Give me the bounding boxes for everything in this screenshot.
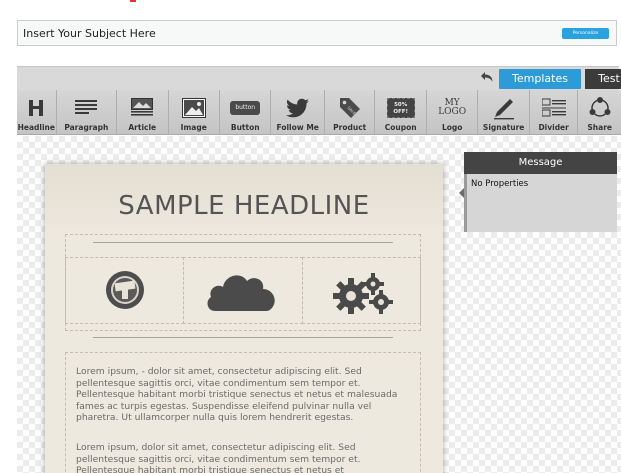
twitter-bird-icon [271,94,323,121]
gears-icon [327,272,397,320]
paragraph-1[interactable]: Lorem ipsum, - dolor sit amet, consectet… [76,366,411,424]
share-icon [578,94,621,121]
email-template: SAMPLE HEADLINE Lorem ipsum, - dolor sit… [45,164,443,473]
paragraph-icon [57,94,116,121]
undo-icon[interactable] [479,71,495,87]
header-block[interactable]: SAMPLE HEADLINE [45,164,443,228]
coupon-icon: 50% OFF! [375,94,425,121]
image-icon [169,94,219,121]
sample-headline[interactable]: SAMPLE HEADLINE [45,191,443,221]
paragraph-2[interactable]: Lorem ipsum, dolor sit amet, consectetur… [76,442,411,473]
tool-coupon[interactable]: 50% OFF! Coupon [375,90,427,135]
pen-icon [478,94,528,121]
templates-button[interactable]: Templates [499,69,581,89]
button-icon: button [220,94,270,121]
tool-product[interactable]: SALE Product [325,90,376,135]
email-canvas: SAMPLE HEADLINE Lorem ipsum, - dolor sit… [17,136,621,473]
tool-follow-me[interactable]: Follow Me [271,90,325,135]
panel-edge [464,174,467,232]
panel-pointer-icon [459,188,464,198]
tool-paragraph[interactable]: Paragraph [57,90,118,135]
tool-image[interactable]: Image [169,90,220,135]
tool-divider[interactable]: Divider [530,90,579,135]
tool-button[interactable]: button Button [220,90,272,135]
email-editor: Personalize Templates Test Headline Para… [0,0,621,473]
headline-icon [17,94,56,121]
personalize-button[interactable]: Personalize [562,28,609,39]
message-properties-panel: Message No Properties [459,152,617,232]
article-icon [117,94,167,121]
tool-logo[interactable]: MY LOGO Logo [427,90,479,135]
tool-article[interactable]: Article [117,90,169,135]
test-button[interactable]: Test [585,69,621,89]
logo-icon: MY LOGO [438,97,467,117]
bottom-divider [93,337,393,338]
top-divider [93,242,393,243]
content-palette: Headline Paragraph Article Image button … [17,90,621,135]
editor-toolbar: Templates Test [17,66,621,90]
tool-share[interactable]: Share [578,90,621,135]
panel-title: Message [464,152,617,174]
subject-input[interactable] [23,25,543,42]
subject-bar: Personalize [17,20,617,46]
top-accent [130,0,136,2]
badge-icon [102,269,148,315]
panel-body-text: No Properties [471,179,529,189]
price-tag-icon: SALE [325,94,375,121]
divider-icon [530,94,578,121]
cloud-icon [205,269,279,317]
tool-headline[interactable]: Headline [17,90,57,135]
tool-signature[interactable]: Signature [478,90,530,135]
